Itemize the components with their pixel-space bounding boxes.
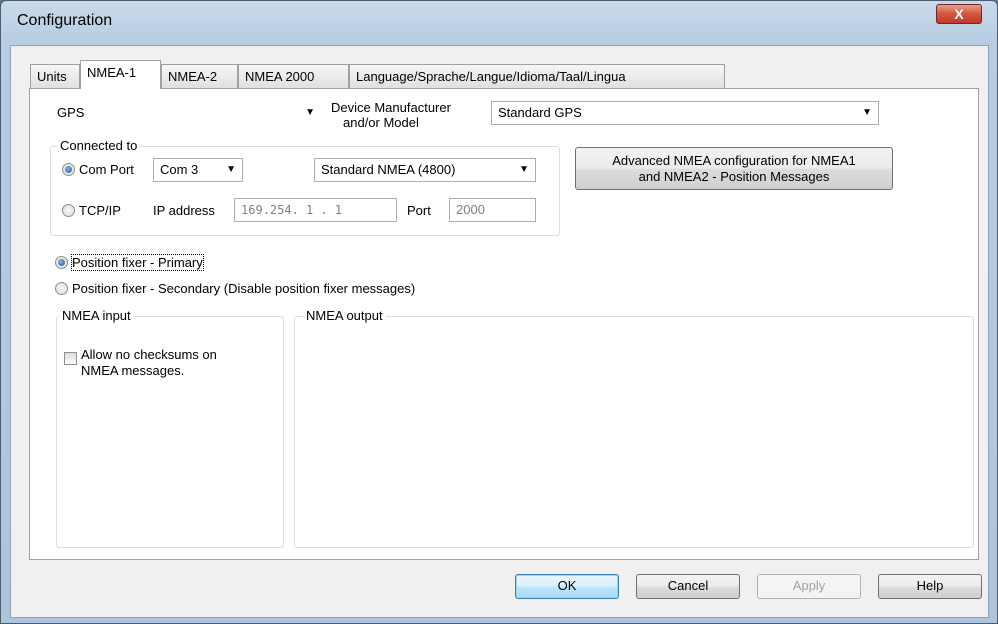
close-icon: X: [954, 6, 964, 22]
allow-no-checksums-checkbox[interactable]: [64, 352, 77, 365]
ip-address-input[interactable]: 169.254. 1 . 1: [234, 198, 397, 222]
apply-button[interactable]: Apply: [757, 574, 861, 599]
tab-units[interactable]: Units: [30, 64, 80, 88]
close-button[interactable]: X: [936, 4, 982, 24]
com-port-value: Com 3: [160, 162, 199, 177]
nmea-input-group: NMEA input Allow no checksums on NMEA me…: [56, 308, 284, 548]
ip-address-label: IP address: [153, 203, 215, 218]
device-type-combo[interactable]: GPS ▼: [50, 101, 322, 125]
com-port-combo[interactable]: Com 3 ▼: [153, 158, 243, 182]
help-button[interactable]: Help: [878, 574, 982, 599]
position-fixer-primary-radio[interactable]: [55, 256, 68, 269]
title-bar[interactable]: Configuration X: [1, 1, 997, 45]
dialog-client-area: Units NMEA-1 NMEA-2 NMEA 2000 Language/S…: [10, 45, 989, 618]
tcpip-radio[interactable]: [62, 204, 75, 217]
device-manufacturer-label: Device Manufacturer and/or Model: [331, 100, 451, 130]
tab-panel-nmea-1: GPS ▼ Device Manufacturer and/or Model S…: [29, 88, 979, 560]
advanced-nmea-config-button[interactable]: Advanced NMEA configuration for NMEA1 an…: [575, 147, 893, 190]
baud-rate-combo[interactable]: Standard NMEA (4800) ▼: [314, 158, 536, 182]
com-port-radio[interactable]: [62, 163, 75, 176]
allow-no-checksums-label: Allow no checksums on NMEA messages.: [81, 347, 217, 378]
chevron-down-icon: ▼: [519, 164, 529, 175]
device-manufacturer-value: Standard GPS: [498, 105, 582, 120]
port-label: Port: [407, 203, 431, 218]
nmea-output-title: NMEA output: [303, 308, 386, 323]
device-type-value: GPS: [57, 105, 85, 120]
configuration-window: Configuration X Units NMEA-1 NMEA-2 NMEA…: [0, 0, 998, 624]
connected-to-title: Connected to: [57, 138, 141, 153]
chevron-down-icon: ▼: [862, 107, 872, 118]
ok-button[interactable]: OK: [515, 574, 619, 599]
window-title: Configuration: [17, 12, 113, 29]
tab-nmea-2[interactable]: NMEA-2: [161, 64, 238, 88]
baud-rate-value: Standard NMEA (4800): [321, 162, 456, 177]
position-fixer-secondary-radio[interactable]: [55, 282, 68, 295]
chevron-down-icon: ▼: [226, 164, 236, 175]
tab-nmea-2000[interactable]: NMEA 2000: [238, 64, 349, 88]
tab-nmea-1[interactable]: NMEA-1: [80, 60, 161, 89]
port-input[interactable]: 2000: [449, 198, 536, 222]
cancel-button[interactable]: Cancel: [636, 574, 740, 599]
nmea-output-group: NMEA output: [294, 308, 974, 548]
connected-to-group: Connected to Com Port Com 3 ▼ Standard N…: [50, 138, 560, 236]
position-fixer-primary-label: Position fixer - Primary: [71, 254, 204, 271]
nmea-input-title: NMEA input: [59, 308, 134, 323]
position-fixer-secondary-label: Position fixer - Secondary (Disable posi…: [72, 281, 416, 296]
tab-language[interactable]: Language/Sprache/Langue/Idioma/Taal/Ling…: [349, 64, 725, 88]
com-port-label: Com Port: [79, 162, 134, 177]
chevron-down-icon: ▼: [305, 107, 315, 118]
device-manufacturer-combo[interactable]: Standard GPS ▼: [491, 101, 879, 125]
tcpip-label: TCP/IP: [79, 203, 121, 218]
